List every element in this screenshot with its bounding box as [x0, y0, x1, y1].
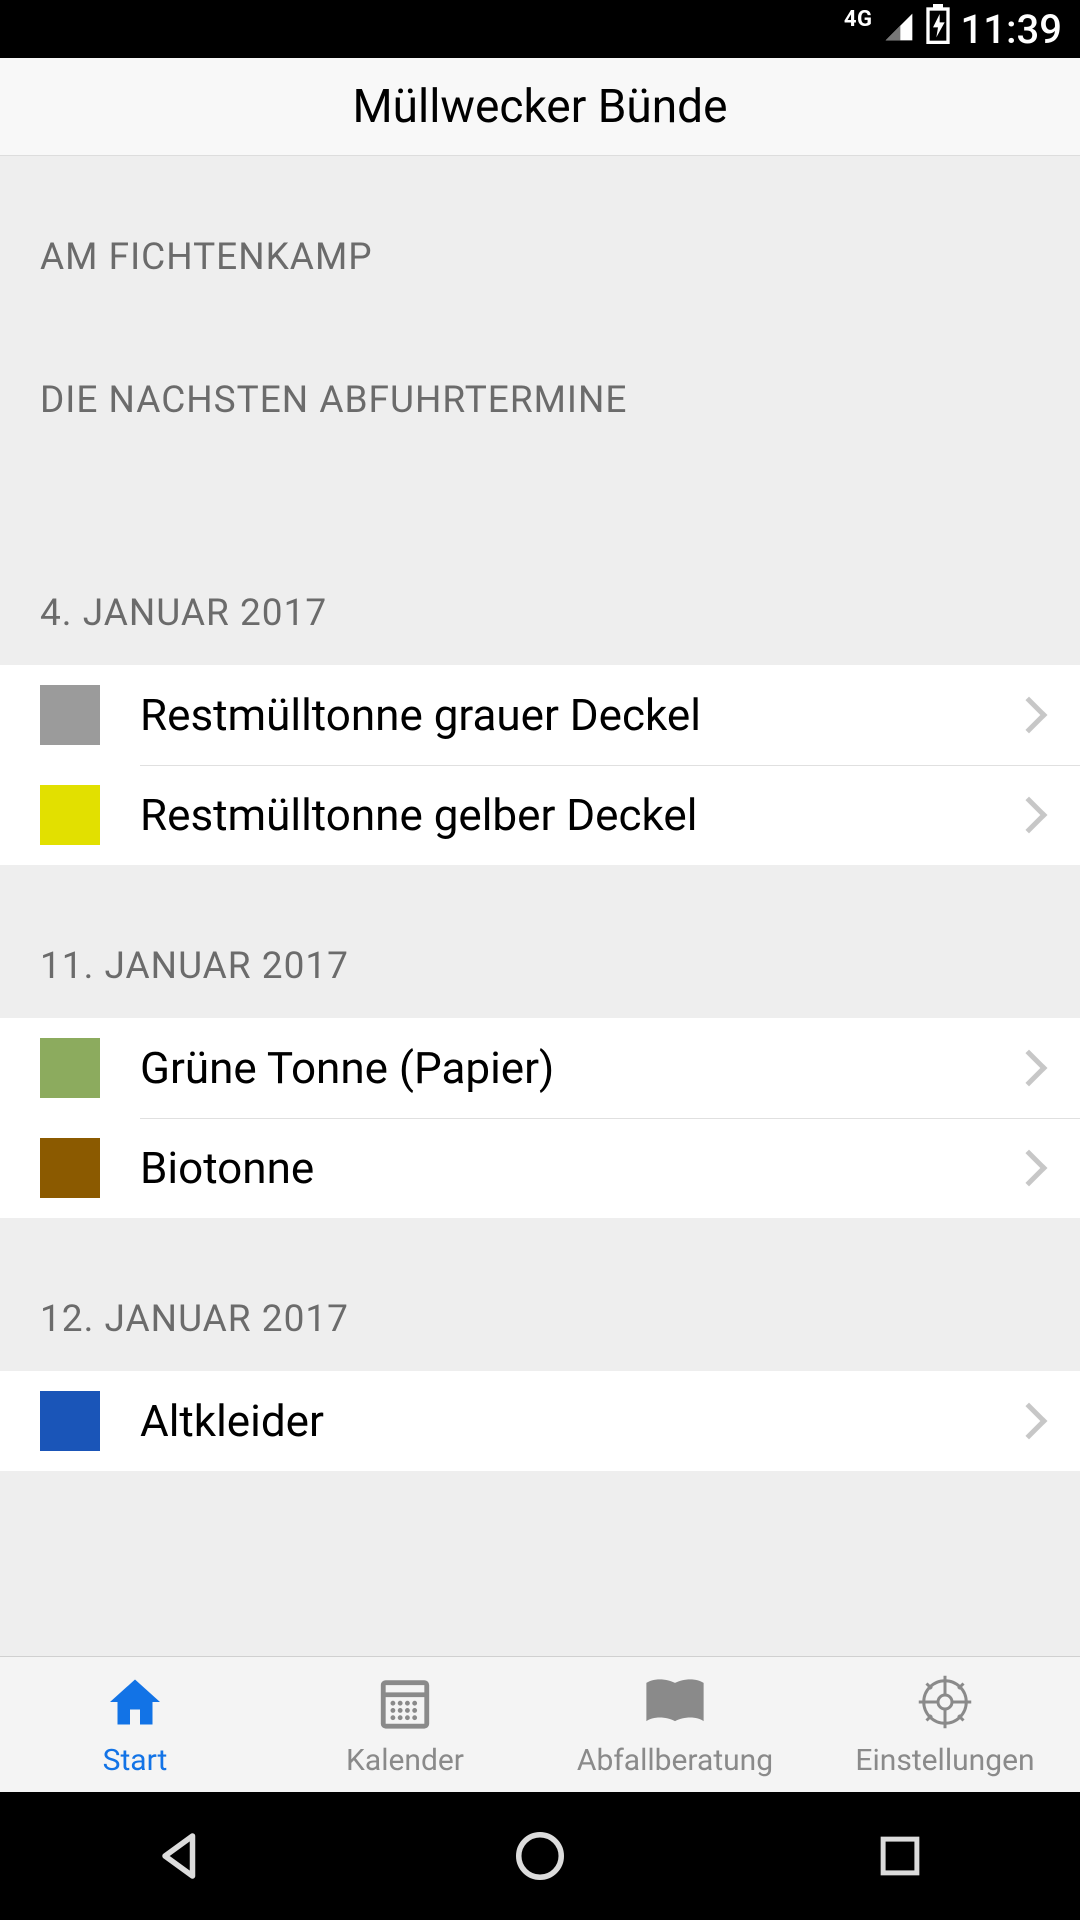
- date-header: 4. JANUAR 2017: [40, 502, 1040, 665]
- bottom-tab-bar: Start Kalender Abfallberatung: [0, 1656, 1080, 1792]
- tab-label: Start: [103, 1743, 168, 1778]
- pickup-row[interactable]: Restmülltonne grauer Deckel: [0, 665, 1080, 765]
- pickup-row[interactable]: Biotonne: [0, 1118, 1080, 1218]
- pickup-label: Restmülltonne gelber Deckel: [140, 789, 1016, 841]
- home-icon: [104, 1671, 166, 1733]
- home-button[interactable]: [509, 1825, 571, 1887]
- tab-calendar[interactable]: Kalender: [270, 1657, 540, 1792]
- color-swatch: [40, 1038, 100, 1098]
- clock-time: 11:39: [961, 6, 1062, 53]
- pickup-row[interactable]: Restmülltonne gelber Deckel: [0, 765, 1080, 865]
- tab-start[interactable]: Start: [0, 1657, 270, 1792]
- upcoming-dates-label: DIE NACHSTEN ABFUHRTERMINE: [40, 379, 1040, 422]
- pickup-label: Biotonne: [140, 1142, 1016, 1194]
- color-swatch: [40, 1391, 100, 1451]
- chevron-right-icon: [1011, 797, 1048, 834]
- tab-advice[interactable]: Abfallberatung: [540, 1657, 810, 1792]
- date-header: 11. JANUAR 2017: [40, 945, 1040, 1018]
- tab-label: Kalender: [346, 1743, 464, 1778]
- chevron-right-icon: [1011, 1050, 1048, 1087]
- color-swatch: [40, 785, 100, 845]
- pickup-list-group: Grüne Tonne (Papier) Biotonne: [0, 1018, 1080, 1218]
- address-label: AM FICHTENKAMP: [40, 236, 1040, 279]
- pickup-label: Restmülltonne grauer Deckel: [140, 689, 1016, 741]
- pickup-row[interactable]: Altkleider: [0, 1371, 1080, 1471]
- color-swatch: [40, 685, 100, 745]
- android-status-bar: 4G 11:39: [0, 0, 1080, 58]
- main-content[interactable]: AM FICHTENKAMP DIE NACHSTEN ABFUHRTERMIN…: [0, 156, 1080, 1656]
- tab-settings[interactable]: Einstellungen: [810, 1657, 1080, 1792]
- pickup-label: Altkleider: [140, 1395, 1016, 1447]
- tab-label: Abfallberatung: [577, 1743, 773, 1778]
- chevron-right-icon: [1011, 1150, 1048, 1187]
- tab-label: Einstellungen: [855, 1743, 1034, 1778]
- pickup-row[interactable]: Grüne Tonne (Papier): [0, 1018, 1080, 1118]
- book-icon: [644, 1671, 706, 1733]
- pickup-list-group: Altkleider: [0, 1371, 1080, 1471]
- chevron-right-icon: [1011, 1403, 1048, 1440]
- page-title: Müllwecker Bünde: [353, 80, 728, 134]
- color-swatch: [40, 1138, 100, 1198]
- chevron-right-icon: [1011, 697, 1048, 734]
- calendar-icon: [374, 1671, 436, 1733]
- network-4g-label: 4G: [844, 7, 873, 32]
- pickup-list-group: Restmülltonne grauer Deckel Restmülltonn…: [0, 665, 1080, 865]
- back-button[interactable]: [149, 1825, 211, 1887]
- pickup-label: Grüne Tonne (Papier): [140, 1042, 1016, 1094]
- date-header: 12. JANUAR 2017: [40, 1298, 1040, 1371]
- gear-icon: [914, 1671, 976, 1733]
- battery-charging-icon: [925, 4, 951, 54]
- recent-apps-button[interactable]: [869, 1825, 931, 1887]
- android-nav-bar: [0, 1792, 1080, 1920]
- app-header: Müllwecker Bünde: [0, 58, 1080, 156]
- cell-signal-icon: [883, 6, 915, 53]
